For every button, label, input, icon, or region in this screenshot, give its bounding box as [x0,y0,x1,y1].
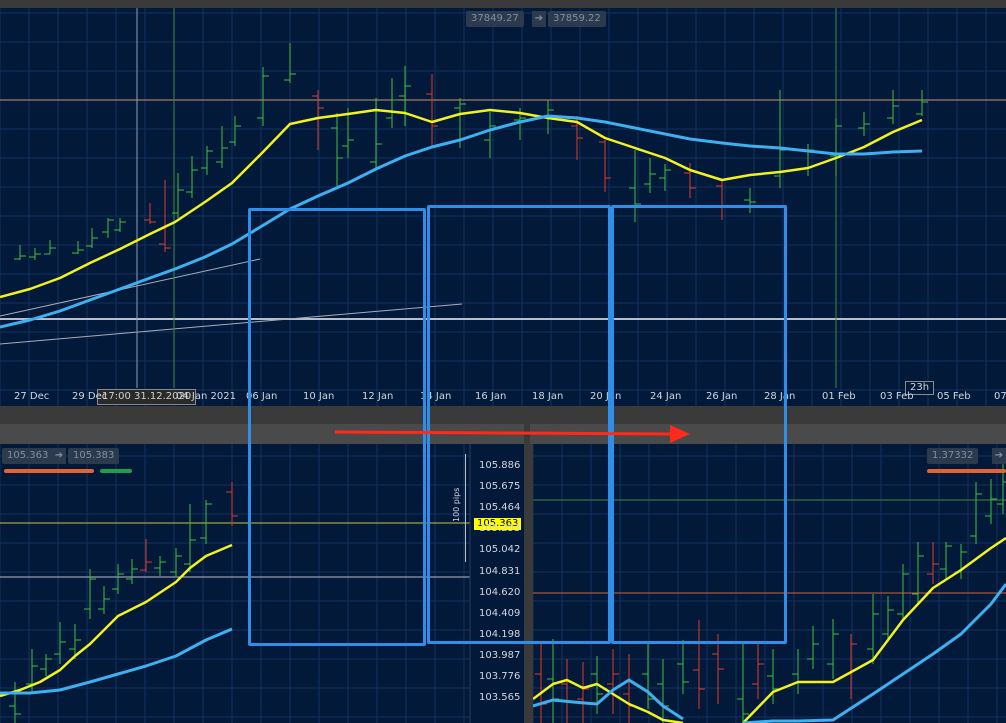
top-bid-price-box[interactable]: 37849.27 [466,11,524,27]
bl-bid-price-box[interactable]: 105.363 [2,448,54,464]
br-bid-price-box[interactable]: 1.37332 [927,448,979,464]
br-slow-moving-average-left [533,678,684,721]
annotation-box-3[interactable] [611,205,787,644]
bl-sell-indicator [4,469,94,473]
top-x-tick-label: 05 Feb [937,391,971,402]
bl-y-tick-label: 103.776 [479,671,521,682]
bl-ask-price-box[interactable]: 105.383 [68,448,120,464]
br-sell-indicator [927,469,1006,473]
top-x-tick-label: 04 Jan 2021 [176,391,236,402]
top-x-tick-label: 29 Dec [72,391,108,402]
top-arrow-icon: ➔ [532,11,546,27]
bl-buy-indicator [100,469,132,473]
br-arrow-icon: ➔ [992,448,1006,464]
trend-line-2 [0,258,261,317]
annotation-box-2[interactable] [427,205,611,644]
top-x-tick-label: 07 [994,391,1006,402]
top-x-tick-label: 03 Feb [880,391,914,402]
top-x-tick-label: 27 Dec [14,391,50,402]
annotation-box-1[interactable] [248,208,426,646]
bl-arrow-icon: ➔ [52,448,66,464]
bl-y-tick-label: 103.565 [479,692,521,704]
bl-y-tick-label: 103.987 [479,649,521,661]
top-x-tick-label: 01 Feb [822,391,856,402]
top-ask-price-box[interactable]: 37859.22 [548,11,606,27]
